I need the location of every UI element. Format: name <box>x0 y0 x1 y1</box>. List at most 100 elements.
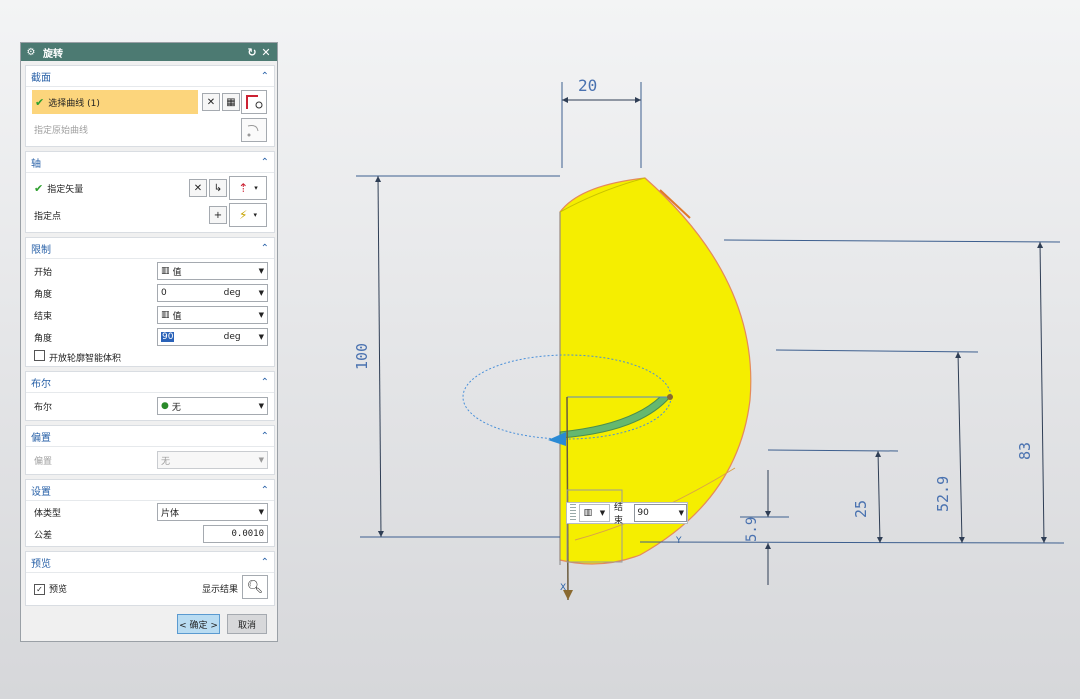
dialog-title: 旋转 <box>43 48 63 60</box>
vector-dropdown[interactable]: ⇡ ▾ <box>229 176 267 200</box>
extension-line <box>767 449 899 452</box>
offset-label: 偏置 <box>34 456 53 467</box>
section-header-limits[interactable]: 限制 ⌃ <box>26 238 274 259</box>
dimension-100[interactable]: 100 <box>353 343 371 370</box>
start-angle-label: 角度 <box>34 289 53 300</box>
dimension-line <box>955 351 965 544</box>
origin-curve-icon[interactable] <box>241 118 267 142</box>
handle-end-label: 结束 <box>613 503 623 526</box>
chevron-down-icon: ▼ <box>258 456 264 464</box>
specify-point-label: 指定点 <box>34 211 62 222</box>
point-dialog-icon[interactable]: + <box>209 206 227 224</box>
section-limits: 限制 ⌃ 开始 ▥ 值 ▼ 角度 0 deg ▼ 结束 ▥ 值 ▼ 角度 90 … <box>25 237 275 367</box>
inferred-point-icon: ⚡ <box>239 208 248 222</box>
section-section-curve: 截面 ⌃ ✔ 选择曲线 (1) ✕ ▦ 指定原始曲线 <box>25 65 275 147</box>
dimension-line <box>875 450 883 544</box>
chevron-down-icon: ▼ <box>258 402 264 410</box>
open-profile-row[interactable]: 开放轮廓智能体积 <box>26 346 274 368</box>
close-icon[interactable]: ✕ <box>259 46 273 59</box>
section-title: 轴 <box>31 158 41 170</box>
curve-rule-icon[interactable]: ✕ <box>202 93 220 111</box>
chevron-up-icon[interactable]: ⌃ <box>261 485 269 496</box>
section-title: 偏置 <box>31 432 51 444</box>
chevron-up-icon[interactable]: ⌃ <box>261 157 269 168</box>
cancel-button[interactable]: 取消 <box>227 614 267 634</box>
axis-label-x: X <box>560 583 566 593</box>
dialog-titlebar: ⚙ 旋转 ↻ ✕ <box>21 43 277 61</box>
limit-type-select[interactable]: ▥ ▼ <box>578 504 610 522</box>
value-icon: ▥ <box>583 508 593 518</box>
section-header-boolean[interactable]: 布尔 ⌃ <box>26 372 274 393</box>
show-result-button[interactable]: 🔍︎ <box>242 575 268 599</box>
offset-select: 无 ▼ <box>157 451 268 469</box>
end-angle-row: 角度 90 deg ▼ <box>26 326 274 348</box>
section-title: 截面 <box>31 72 51 84</box>
preview-row[interactable]: ✓ 预览 <box>26 577 146 599</box>
preview-wrap: ✓ 预览 <box>34 582 67 595</box>
offset-value: 无 <box>161 456 171 467</box>
start-type-select[interactable]: ▥ 值 ▼ <box>157 262 268 280</box>
chevron-up-icon[interactable]: ⌃ <box>261 71 269 82</box>
chevron-down-icon: ▾ <box>253 211 257 219</box>
section-boolean: 布尔 ⌃ 布尔 ● 无 ▼ <box>25 371 275 421</box>
chevron-up-icon[interactable]: ⌃ <box>261 431 269 442</box>
handle-end-input[interactable]: 90 ▼ <box>634 504 687 522</box>
section-curve-icon[interactable] <box>241 90 267 114</box>
reset-icon[interactable]: ↻ <box>245 46 259 59</box>
chevron-down-icon: ▼ <box>599 509 606 517</box>
graphics-viewport[interactable]: Y X 20 100 83 52.9 25 5.9 <box>290 0 1080 699</box>
tolerance-input[interactable]: 0.0010 <box>203 525 268 543</box>
point-dropdown[interactable]: ⚡ ▾ <box>229 203 267 227</box>
boolean-none-icon: ● <box>161 401 169 411</box>
end-row: 结束 ▥ 值 ▼ <box>26 304 274 326</box>
magnifier-icon: 🔍︎ <box>246 579 264 595</box>
section-settings: 设置 ⌃ 体类型 片体 ▼ 公差 0.0010 <box>25 479 275 547</box>
dimension-83[interactable]: 83 <box>1016 442 1034 460</box>
chevron-up-icon[interactable]: ⌃ <box>261 243 269 254</box>
start-angle-row: 角度 0 deg ▼ <box>26 282 274 304</box>
dimension-5-9[interactable]: 5.9 <box>744 517 760 542</box>
chevron-down-icon: ▼ <box>258 267 264 275</box>
extension-line <box>639 541 1065 544</box>
select-curve-label: 选择曲线 (1) <box>48 98 100 109</box>
start-type-value: 值 <box>172 267 182 278</box>
tolerance-label: 公差 <box>34 530 53 541</box>
open-profile-checkbox[interactable] <box>34 350 45 361</box>
end-angle-value: 90 <box>161 332 175 342</box>
section-header-curve[interactable]: 截面 ⌃ <box>26 66 274 87</box>
ok-button[interactable]: < 确定 > <box>177 614 220 634</box>
dimension-52-9[interactable]: 52.9 <box>934 476 952 512</box>
section-header-settings[interactable]: 设置 ⌃ <box>26 480 274 501</box>
end-label: 结束 <box>34 311 53 322</box>
vector-dialog-icon[interactable]: ✕ <box>189 179 207 197</box>
chevron-up-icon[interactable]: ⌃ <box>261 557 269 568</box>
end-angle-input[interactable]: 90 deg ▼ <box>157 328 268 346</box>
section-header-axis[interactable]: 轴 ⌃ <box>26 152 274 173</box>
handle-input-toolbar: ▥ ▼ 结束 90 ▼ <box>566 502 688 526</box>
body-type-select[interactable]: 片体 ▼ <box>157 503 268 521</box>
show-result-row: 显示结果 <box>202 577 242 599</box>
select-curve-row[interactable]: ✔ 选择曲线 (1) <box>32 90 198 114</box>
value-icon: ▥ <box>161 310 170 320</box>
dimension-20[interactable]: 20 <box>578 76 597 95</box>
angle-handle-point[interactable] <box>667 394 673 400</box>
section-header-preview[interactable]: 预览 ⌃ <box>26 552 274 573</box>
body-type-value: 片体 <box>161 508 180 519</box>
value-icon: ▥ <box>161 266 170 276</box>
gear-icon: ⚙ <box>26 46 36 58</box>
preview-checkbox[interactable]: ✓ <box>34 583 45 595</box>
chevron-up-icon[interactable]: ⌃ <box>261 377 269 388</box>
drag-grip[interactable] <box>570 504 576 522</box>
angle-arrow[interactable] <box>548 432 566 446</box>
show-result-label: 显示结果 <box>202 584 239 595</box>
sketch-icon[interactable]: ▦ <box>222 93 240 111</box>
offset-row: 偏置 无 ▼ <box>26 449 274 471</box>
specify-point-row: 指定点 <box>26 204 196 226</box>
start-angle-input[interactable]: 0 deg ▼ <box>157 284 268 302</box>
boolean-select[interactable]: ● 无 ▼ <box>157 397 268 415</box>
section-header-offset[interactable]: 偏置 ⌃ <box>26 426 274 447</box>
vector-constructor-icon[interactable]: ↳ <box>209 179 227 197</box>
dimension-25[interactable]: 25 <box>852 500 870 518</box>
end-type-select[interactable]: ▥ 值 ▼ <box>157 306 268 324</box>
origin-curve-row: 指定原始曲线 <box>26 118 266 140</box>
